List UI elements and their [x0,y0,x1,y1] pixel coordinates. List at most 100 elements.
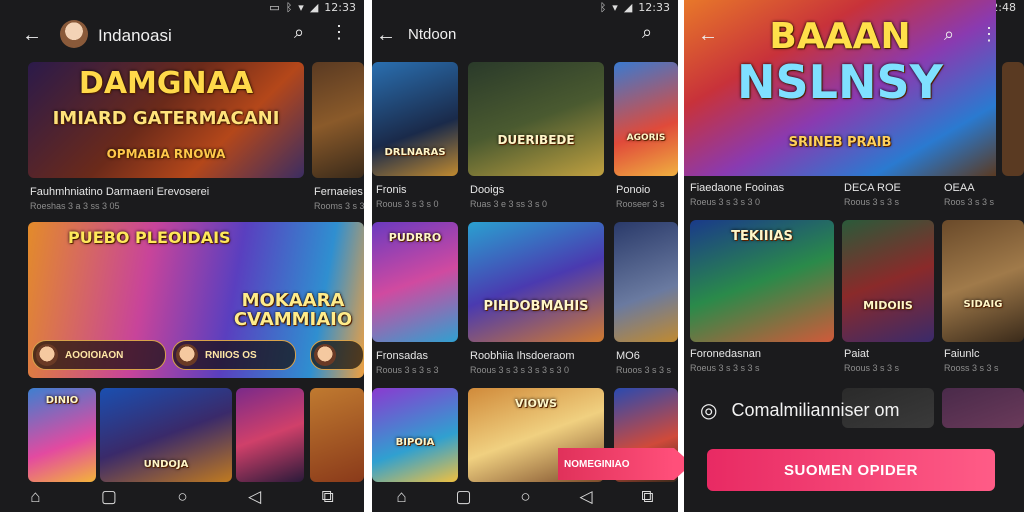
game-tile[interactable] [942,388,1024,428]
more-options-icon[interactable]: ⋮ [330,22,348,43]
home-icon[interactable]: ⌂ [396,487,406,507]
tile-sub: Roos 3 s 3 s [944,197,995,207]
circle-icon[interactable]: ○ [177,487,187,507]
tile-sub: Rooss 3 s 3 s [944,363,999,373]
tile-label: Fiaedaone Fooinas [690,182,785,194]
game-tile[interactable]: UNDOJA [100,388,232,482]
screen-2: ᛒ ▾ ◢ 12:33 ← Ntdoon ⌕ DRLNARAS DUERIBED… [372,0,678,512]
player-chip-2[interactable]: RNIIOS OS [172,340,296,370]
game-tile[interactable]: PIHDOBMAHIS [468,222,604,342]
player-chip-3[interactable] [310,340,364,370]
screen-1: ▭ ᛒ ▾ ◢ 12:33 ← Indanoasi ⌕ ⋮ DAMGNAA IM… [0,0,364,512]
assistant-row[interactable]: ◎ Comalmilianniser om [700,396,900,424]
side-game-tile[interactable] [1002,62,1024,176]
cta-button[interactable]: SUOMEN OPIDER [707,449,995,491]
back-arrow-icon[interactable]: ← [698,24,718,47]
tile-label: Foronedasnan [690,348,761,360]
hero-tile-sub: Roeshas 3 a 3 ss 3 05 [30,201,120,211]
status-bar: ᛒ ▾ ◢ 12:33 [600,0,670,14]
player-chip-1[interactable]: AOOIOIAON [32,340,166,370]
avatar[interactable] [60,20,88,48]
app-bar: ← Indanoasi ⌕ ⋮ [0,18,364,54]
promo-caption-mid: MOKAARA CVAMMIAIO [233,290,353,330]
game-tile[interactable]: SIDAIG [942,220,1024,342]
tile-label: Fronis [376,184,407,196]
circle-icon[interactable]: ○ [520,487,530,507]
tile-label: Dooigs [470,184,505,196]
tile-label: Ponoio [616,184,651,196]
game-tile[interactable]: DUERIBEDE [468,62,604,176]
side-tile-sub: Rooms 3 s 3 s [314,201,364,211]
tile-sub: Roous 3 s 3 s [844,363,900,373]
wifi-icon: ▾ [612,0,618,14]
screenshot-icon[interactable]: ⧉ [641,487,653,507]
home-icon[interactable]: ⌂ [30,487,40,507]
assistant-icon: ◎ [700,399,718,422]
hero-caption-bot: SRINEB PRAIB [788,135,892,150]
tile-label: Roobhiia Ihsdoeraom [470,350,575,362]
search-icon[interactable]: ⌕ [642,22,652,43]
page-title: Ntdoon [408,26,457,43]
game-tile[interactable] [310,388,364,482]
screenshot-icon[interactable]: ⧉ [322,487,334,507]
game-tile[interactable] [614,222,678,342]
promo-game-tile[interactable]: PUEBO PLEOIDAIS MOKAARA CVAMMIAIO AOOIOI… [28,222,364,378]
tile-sub: Roous 3 s 3 s [844,197,900,207]
game-tile[interactable]: DRLNARAS [372,62,458,176]
hero-tile-label: Fauhmhniatino Darmaeni Erevoserei [30,186,210,198]
promo-banner[interactable]: NOMEGINIAO [558,448,692,480]
status-time: 12:33 [638,0,670,14]
square-icon[interactable]: ▢ [101,487,117,507]
tile-label: Paiat [844,348,870,360]
back-arrow-icon[interactable]: ← [376,24,396,47]
screen-3: ᛒ ▾ ◢ 12:48 BAAAN NSLNSY SRINEB PRAIB ← … [684,0,1024,512]
player-avatar [314,344,336,366]
game-tile[interactable]: BIPOIA [372,388,458,482]
tile-sub: Ruas 3 e 3 ss 3 s 0 [470,199,548,209]
search-icon[interactable]: ⌕ [294,22,304,43]
hero-caption-top: DAMGNAA [78,66,254,101]
player-avatar [36,344,58,366]
back-triangle-icon[interactable]: ◁ [248,487,261,507]
tile-label: Faiunlc [944,348,980,360]
battery-icon: ▭ [269,0,280,14]
game-tile[interactable]: AGORIS [614,62,678,176]
game-tile[interactable]: TEKIIIAS [690,220,834,342]
side-tile-label: Fernaeies [314,186,363,198]
tile-sub: Roous 3 s 3 s 3 s 3 s 3 0 [470,365,570,375]
app-bar: ← Ntdoon ⌕ [372,18,678,54]
back-triangle-icon[interactable]: ◁ [580,487,593,507]
status-bar: ▭ ᛒ ▾ ◢ 12:33 [269,0,356,14]
side-game-tile[interactable] [312,62,364,178]
game-tile[interactable]: MIDOIIS [842,220,934,342]
search-icon[interactable]: ⌕ [944,24,954,45]
system-nav-bar: ⌂ ▢ ○ ◁ ⧉ [0,482,364,512]
hero-caption-mid: IMIARD GATERMACANI [52,108,280,129]
signal-icon: ◢ [623,0,633,14]
hero-caption-bot: OPMABIA RNOWA [106,147,226,161]
tile-sub: Rooseer 3 s [616,199,665,209]
square-icon[interactable]: ▢ [456,487,472,507]
wifi-icon: ▾ [298,0,304,14]
bluetooth-icon: ᛒ [599,0,607,14]
game-tile[interactable]: DINIO [28,388,96,482]
page-title: Indanoasi [98,26,172,45]
game-tile[interactable]: PUDRRO [372,222,458,342]
game-tile[interactable] [236,388,304,482]
tile-sub: Roous 3 s 3 s 0 [376,199,439,209]
tile-sub: Roous 3 s 3 s 3 [376,365,439,375]
promo-caption-top: PUEBO PLEOIDAIS [68,228,231,247]
status-time: 12:33 [324,0,356,14]
system-nav-bar: ⌂ ▢ ○ ◁ ⧉ [372,482,678,512]
bluetooth-icon: ᛒ [285,0,293,14]
tile-label: MO6 [616,350,640,362]
tile-label: Fronsadas [376,350,428,362]
back-arrow-icon[interactable]: ← [22,24,42,47]
more-options-icon[interactable]: ⋮ [980,24,998,45]
tile-sub: Ruoos 3 s 3 s [616,365,672,375]
tile-sub: Roeus 3 s 3 s 3 s [690,363,760,373]
tile-label: OEAA [944,182,975,194]
tile-sub: Roeus 3 s 3 s 3 0 [690,197,761,207]
player-avatar [176,344,198,366]
hero-game-tile[interactable]: DAMGNAA IMIARD GATERMACANI OPMABIA RNOWA [28,62,304,178]
